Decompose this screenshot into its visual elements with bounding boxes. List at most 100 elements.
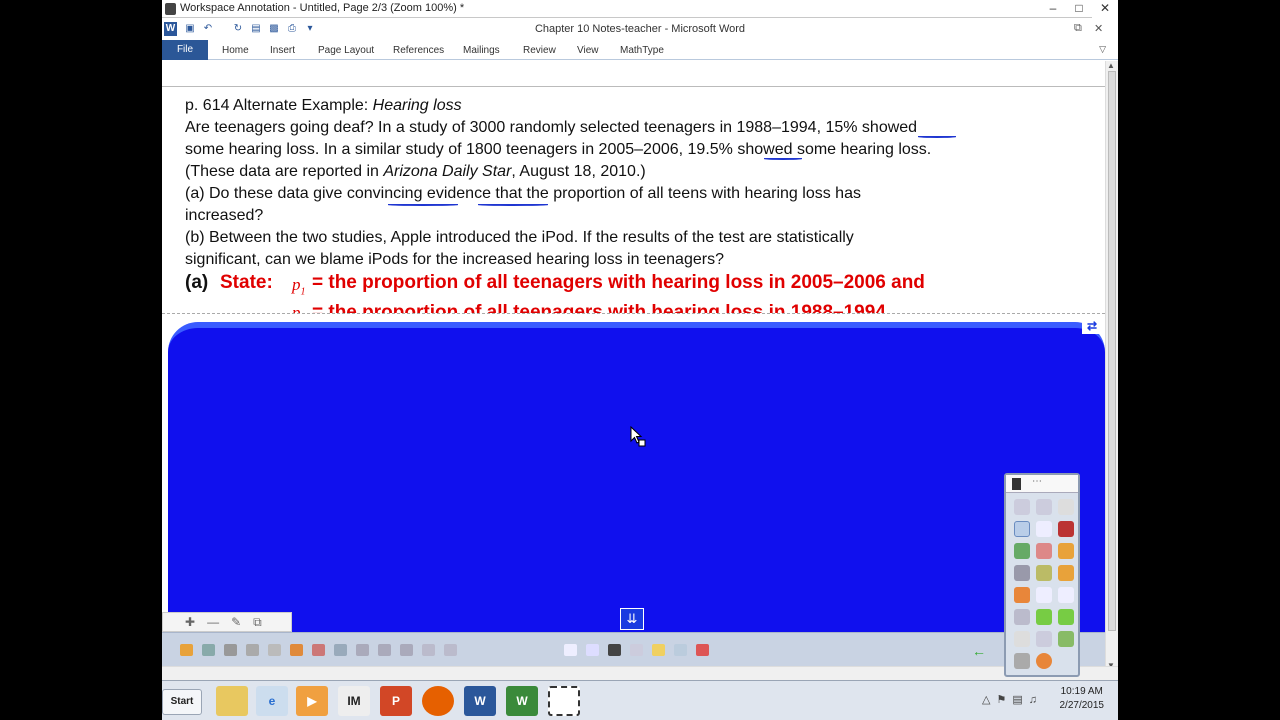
select-page-icon[interactable] — [1014, 521, 1030, 537]
note-icon[interactable] — [652, 644, 665, 656]
workspace-icon[interactable]: W — [506, 686, 538, 716]
ink-underline-15pct — [918, 136, 956, 138]
vertical-scrollbar[interactable]: ▲ ▼ — [1105, 61, 1118, 673]
save-palette-icon[interactable] — [1036, 631, 1052, 647]
horizontal-scrollbar[interactable] — [162, 666, 1118, 680]
window-icon[interactable] — [674, 644, 687, 656]
clock-date: 2/27/2015 — [1059, 700, 1105, 711]
back-arrow-icon[interactable]: ← — [972, 643, 986, 659]
doc-line-7: (b) Between the two studies, Apple intro… — [185, 229, 854, 246]
restore-icon[interactable]: ⧉ — [1074, 22, 1082, 35]
page-icon-2[interactable] — [586, 644, 599, 656]
doc-line-8: significant, can we blame iPods for the … — [185, 251, 724, 268]
pen-icon[interactable] — [1014, 543, 1030, 559]
table-icon[interactable] — [1014, 631, 1030, 647]
tab-insert[interactable]: Insert — [270, 45, 295, 56]
delete-icon[interactable] — [1014, 587, 1030, 603]
zoom-out-icon[interactable] — [1014, 499, 1030, 515]
blank-page-icon[interactable] — [1036, 587, 1052, 603]
system-tray-icons[interactable]: △⚑▤♫ — [982, 693, 1043, 706]
exit-icon[interactable] — [1036, 653, 1052, 669]
firefox-icon[interactable] — [422, 686, 454, 716]
file-explorer-icon[interactable] — [216, 686, 248, 716]
mouse-icon[interactable] — [1058, 499, 1074, 515]
add-page-icon[interactable]: ✚ — [185, 615, 195, 629]
shape-icon[interactable] — [1036, 565, 1052, 581]
edit-page-icon[interactable]: ✎ — [231, 615, 241, 629]
tools-icon[interactable] — [1014, 653, 1030, 669]
tool-icon-8[interactable] — [334, 644, 347, 656]
laser-pointer-icon[interactable] — [1058, 521, 1074, 537]
window-titlebar: Workspace Annotation - Untitled, Page 2/… — [162, 0, 1118, 18]
tab-view[interactable]: View — [577, 45, 599, 56]
tab-home[interactable]: Home — [222, 45, 249, 56]
scroll-thumb[interactable] — [1108, 71, 1116, 631]
copy-icon[interactable] — [246, 644, 259, 656]
ribbon-expand-icon[interactable]: ▽ — [1099, 44, 1106, 55]
tool-icon-13[interactable] — [444, 644, 457, 656]
word-taskbar-icon[interactable]: W — [464, 686, 496, 716]
record-icon[interactable] — [696, 644, 709, 656]
blue-annotation-panel[interactable] — [168, 322, 1105, 632]
fill-icon[interactable] — [1058, 543, 1074, 559]
ink-underline-evidence — [478, 204, 548, 206]
tool-icon-1[interactable] — [180, 644, 193, 656]
powerpoint-icon[interactable]: P — [380, 686, 412, 716]
internet-explorer-icon[interactable]: e — [256, 686, 288, 716]
tab-file[interactable]: File — [162, 40, 208, 60]
tab-mailings[interactable]: Mailings — [463, 45, 500, 56]
scroll-down-panel-icon[interactable]: ⇊ — [620, 608, 644, 630]
word-close-icon[interactable]: ✕ — [1094, 22, 1103, 35]
new-page-icon[interactable] — [1058, 587, 1074, 603]
snipping-tool-icon[interactable] — [548, 686, 580, 716]
tool-icon-10[interactable] — [378, 644, 391, 656]
pointer-icon[interactable] — [1036, 521, 1052, 537]
settings-icon[interactable] — [1058, 631, 1074, 647]
swap-panel-icon[interactable]: ⇄ — [1082, 318, 1102, 334]
stop-icon[interactable] — [608, 644, 621, 656]
stamp-icon[interactable] — [1058, 565, 1074, 581]
previous-page-icon[interactable] — [1036, 609, 1052, 625]
annotation-toolbar: ← — [162, 632, 1105, 666]
line-icon[interactable] — [1014, 565, 1030, 581]
minimize-button[interactable]: – — [1040, 0, 1066, 18]
tool-icon-12[interactable] — [422, 644, 435, 656]
tool-icon-6[interactable] — [290, 644, 303, 656]
paste-icon[interactable] — [268, 644, 281, 656]
palette-grip-icon[interactable]: ⋯ — [1032, 476, 1043, 487]
document-page[interactable]: p. 614 Alternate Example: Hearing loss A… — [162, 61, 1105, 325]
tool-icon-7[interactable] — [312, 644, 325, 656]
tab-references[interactable]: References — [393, 45, 444, 56]
start-button[interactable]: Start — [162, 689, 202, 715]
remove-page-icon[interactable]: — — [207, 615, 219, 629]
eraser-icon[interactable] — [1036, 543, 1052, 559]
im-app-icon[interactable]: IM — [338, 686, 370, 716]
clock[interactable]: 10:19 AM 2/27/2015 — [1060, 685, 1105, 713]
doc-line-5: (a) Do these data give convincing eviden… — [185, 185, 861, 202]
screen-capture-icon[interactable] — [630, 644, 643, 656]
p1-letter: p — [292, 275, 301, 294]
close-button[interactable]: ✕ — [1092, 0, 1118, 18]
palette-handle-icon — [1012, 478, 1021, 490]
maximize-button[interactable]: □ — [1066, 0, 1092, 18]
copy-screen-icon[interactable] — [1014, 609, 1030, 625]
tool-icon-9[interactable] — [356, 644, 369, 656]
copy-page-icon[interactable]: ⧉ — [253, 615, 262, 630]
screen: Workspace Annotation - Untitled, Page 2/… — [162, 0, 1118, 720]
line4-suffix: , August 18, 2010.) — [511, 163, 646, 180]
tool-icon-11[interactable] — [400, 644, 413, 656]
doc-line-6: increased? — [185, 207, 264, 224]
tab-mathtype[interactable]: MathType — [620, 45, 664, 56]
tool-icon-2[interactable] — [202, 644, 215, 656]
page-separator — [162, 86, 1105, 87]
floating-tool-palette: ⋯ — [1004, 473, 1080, 677]
next-page-icon[interactable] — [1058, 609, 1074, 625]
tab-page-layout[interactable]: Page Layout — [318, 45, 374, 56]
zoom-in-icon[interactable] — [1036, 499, 1052, 515]
scroll-up-icon[interactable]: ▲ — [1107, 61, 1115, 70]
tab-review[interactable]: Review — [523, 45, 556, 56]
media-player-icon[interactable]: ▶ — [296, 686, 328, 716]
cut-icon[interactable] — [224, 644, 237, 656]
page-icon[interactable] — [564, 644, 577, 656]
palette-header[interactable]: ⋯ — [1006, 475, 1078, 493]
